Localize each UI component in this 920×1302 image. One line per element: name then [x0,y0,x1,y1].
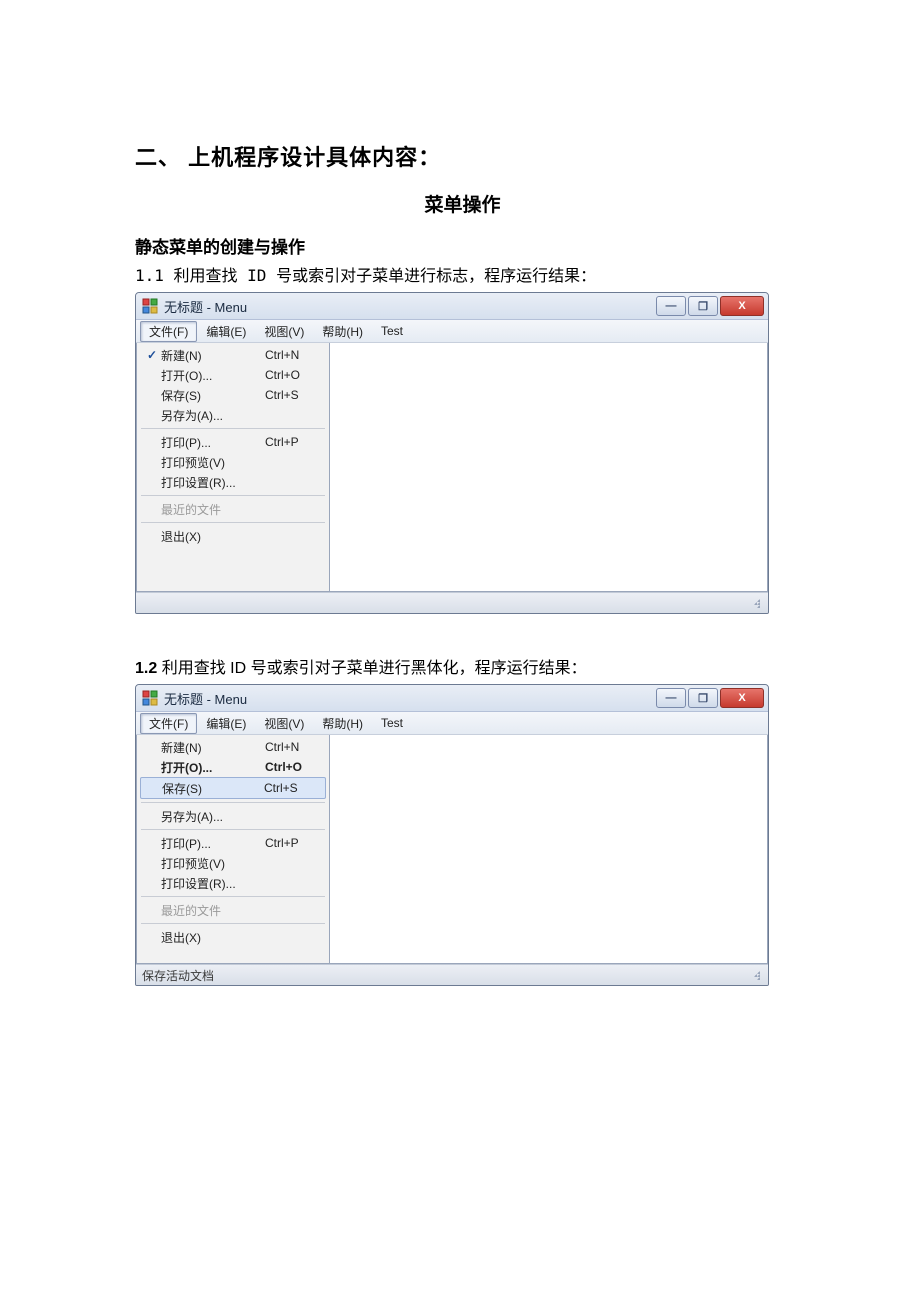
menu-item-recent: 最近的文件 [139,900,327,920]
menu-item-printsetup[interactable]: 打印设置(R)... [139,472,327,492]
section-subheading: 菜单操作 [135,190,790,217]
window-title: 无标题 - Menu [164,297,654,316]
menu-item-recent: 最近的文件 [139,499,327,519]
section-heading: 二、 上机程序设计具体内容： [135,140,790,172]
menu-item-printsetup[interactable]: 打印设置(R)... [139,873,327,893]
window-title: 无标题 - Menu [164,689,654,708]
separator [141,923,325,924]
menu-item-open[interactable]: 打开(O)...Ctrl+O [139,757,327,777]
menu-test[interactable]: Test [372,322,412,340]
caption-2: 1.2 利用查找 ID 号或索引对子菜单进行黑体化，程序运行结果： [135,654,790,678]
menu-item-save[interactable]: 保存(S)Ctrl+S [139,385,327,405]
statusbar: 保存活动文档 [136,964,768,985]
window-buttons: — ❐ X [654,296,764,316]
close-button[interactable]: X [720,296,764,316]
menu-item-exit[interactable]: 退出(X) [139,526,327,546]
resize-grip-icon[interactable] [748,968,762,982]
minimize-button[interactable]: — [656,688,686,708]
resize-grip-icon[interactable] [748,596,762,610]
document-page: 二、 上机程序设计具体内容： 菜单操作 静态菜单的创建与操作 1.1 利用查找 … [0,0,920,1302]
menu-item-new[interactable]: ✓新建(N)Ctrl+N [139,345,327,365]
separator [141,802,325,803]
menu-item-preview[interactable]: 打印预览(V) [139,853,327,873]
menu-item-new[interactable]: 新建(N)Ctrl+N [139,737,327,757]
separator [141,522,325,523]
maximize-button[interactable]: ❐ [688,688,718,708]
menu-view[interactable]: 视图(V) [255,713,313,734]
app-icon [142,298,158,314]
menu-item-saveas[interactable]: 另存为(A)... [139,405,327,425]
window-1: 无标题 - Menu — ❐ X 文件(F) 编辑(E) 视图(V) 帮助(H)… [135,292,769,614]
close-button[interactable]: X [720,688,764,708]
file-dropdown: 新建(N)Ctrl+N 打开(O)...Ctrl+O 保存(S)Ctrl+S 另… [136,735,330,964]
maximize-button[interactable]: ❐ [688,296,718,316]
menu-edit[interactable]: 编辑(E) [197,321,255,342]
menu-item-saveas[interactable]: 另存为(A)... [139,806,327,826]
menubar: 文件(F) 编辑(E) 视图(V) 帮助(H) Test [136,320,768,343]
statusbar [136,592,768,613]
menu-file[interactable]: 文件(F) [140,713,197,734]
minimize-button[interactable]: — [656,296,686,316]
menu-help[interactable]: 帮助(H) [313,713,372,734]
subsection-heading: 静态菜单的创建与操作 [135,233,790,258]
separator [141,829,325,830]
window-buttons: — ❐ X [654,688,764,708]
menu-item-preview[interactable]: 打印预览(V) [139,452,327,472]
window-2: 无标题 - Menu — ❐ X 文件(F) 编辑(E) 视图(V) 帮助(H)… [135,684,769,986]
client-area [330,343,768,592]
content-area: ✓新建(N)Ctrl+N 打开(O)...Ctrl+O 保存(S)Ctrl+S … [136,343,768,592]
file-dropdown: ✓新建(N)Ctrl+N 打开(O)...Ctrl+O 保存(S)Ctrl+S … [136,343,330,592]
menu-edit[interactable]: 编辑(E) [197,713,255,734]
menu-view[interactable]: 视图(V) [255,321,313,342]
titlebar[interactable]: 无标题 - Menu — ❐ X [136,293,768,320]
titlebar[interactable]: 无标题 - Menu — ❐ X [136,685,768,712]
separator [141,495,325,496]
caption-1: 1.1 利用查找 ID 号或索引对子菜单进行标志，程序运行结果： [135,262,790,286]
app-icon [142,690,158,706]
client-area [330,735,768,964]
menu-item-open[interactable]: 打开(O)...Ctrl+O [139,365,327,385]
menu-item-save[interactable]: 保存(S)Ctrl+S [140,777,326,799]
separator [141,896,325,897]
menu-help[interactable]: 帮助(H) [313,321,372,342]
separator [141,428,325,429]
menubar: 文件(F) 编辑(E) 视图(V) 帮助(H) Test [136,712,768,735]
status-text: 保存活动文档 [142,967,214,984]
menu-item-print[interactable]: 打印(P)...Ctrl+P [139,432,327,452]
menu-item-exit[interactable]: 退出(X) [139,927,327,947]
check-icon: ✓ [143,348,161,362]
menu-item-print[interactable]: 打印(P)...Ctrl+P [139,833,327,853]
menu-file[interactable]: 文件(F) [140,321,197,342]
menu-test[interactable]: Test [372,714,412,732]
content-area: 新建(N)Ctrl+N 打开(O)...Ctrl+O 保存(S)Ctrl+S 另… [136,735,768,964]
